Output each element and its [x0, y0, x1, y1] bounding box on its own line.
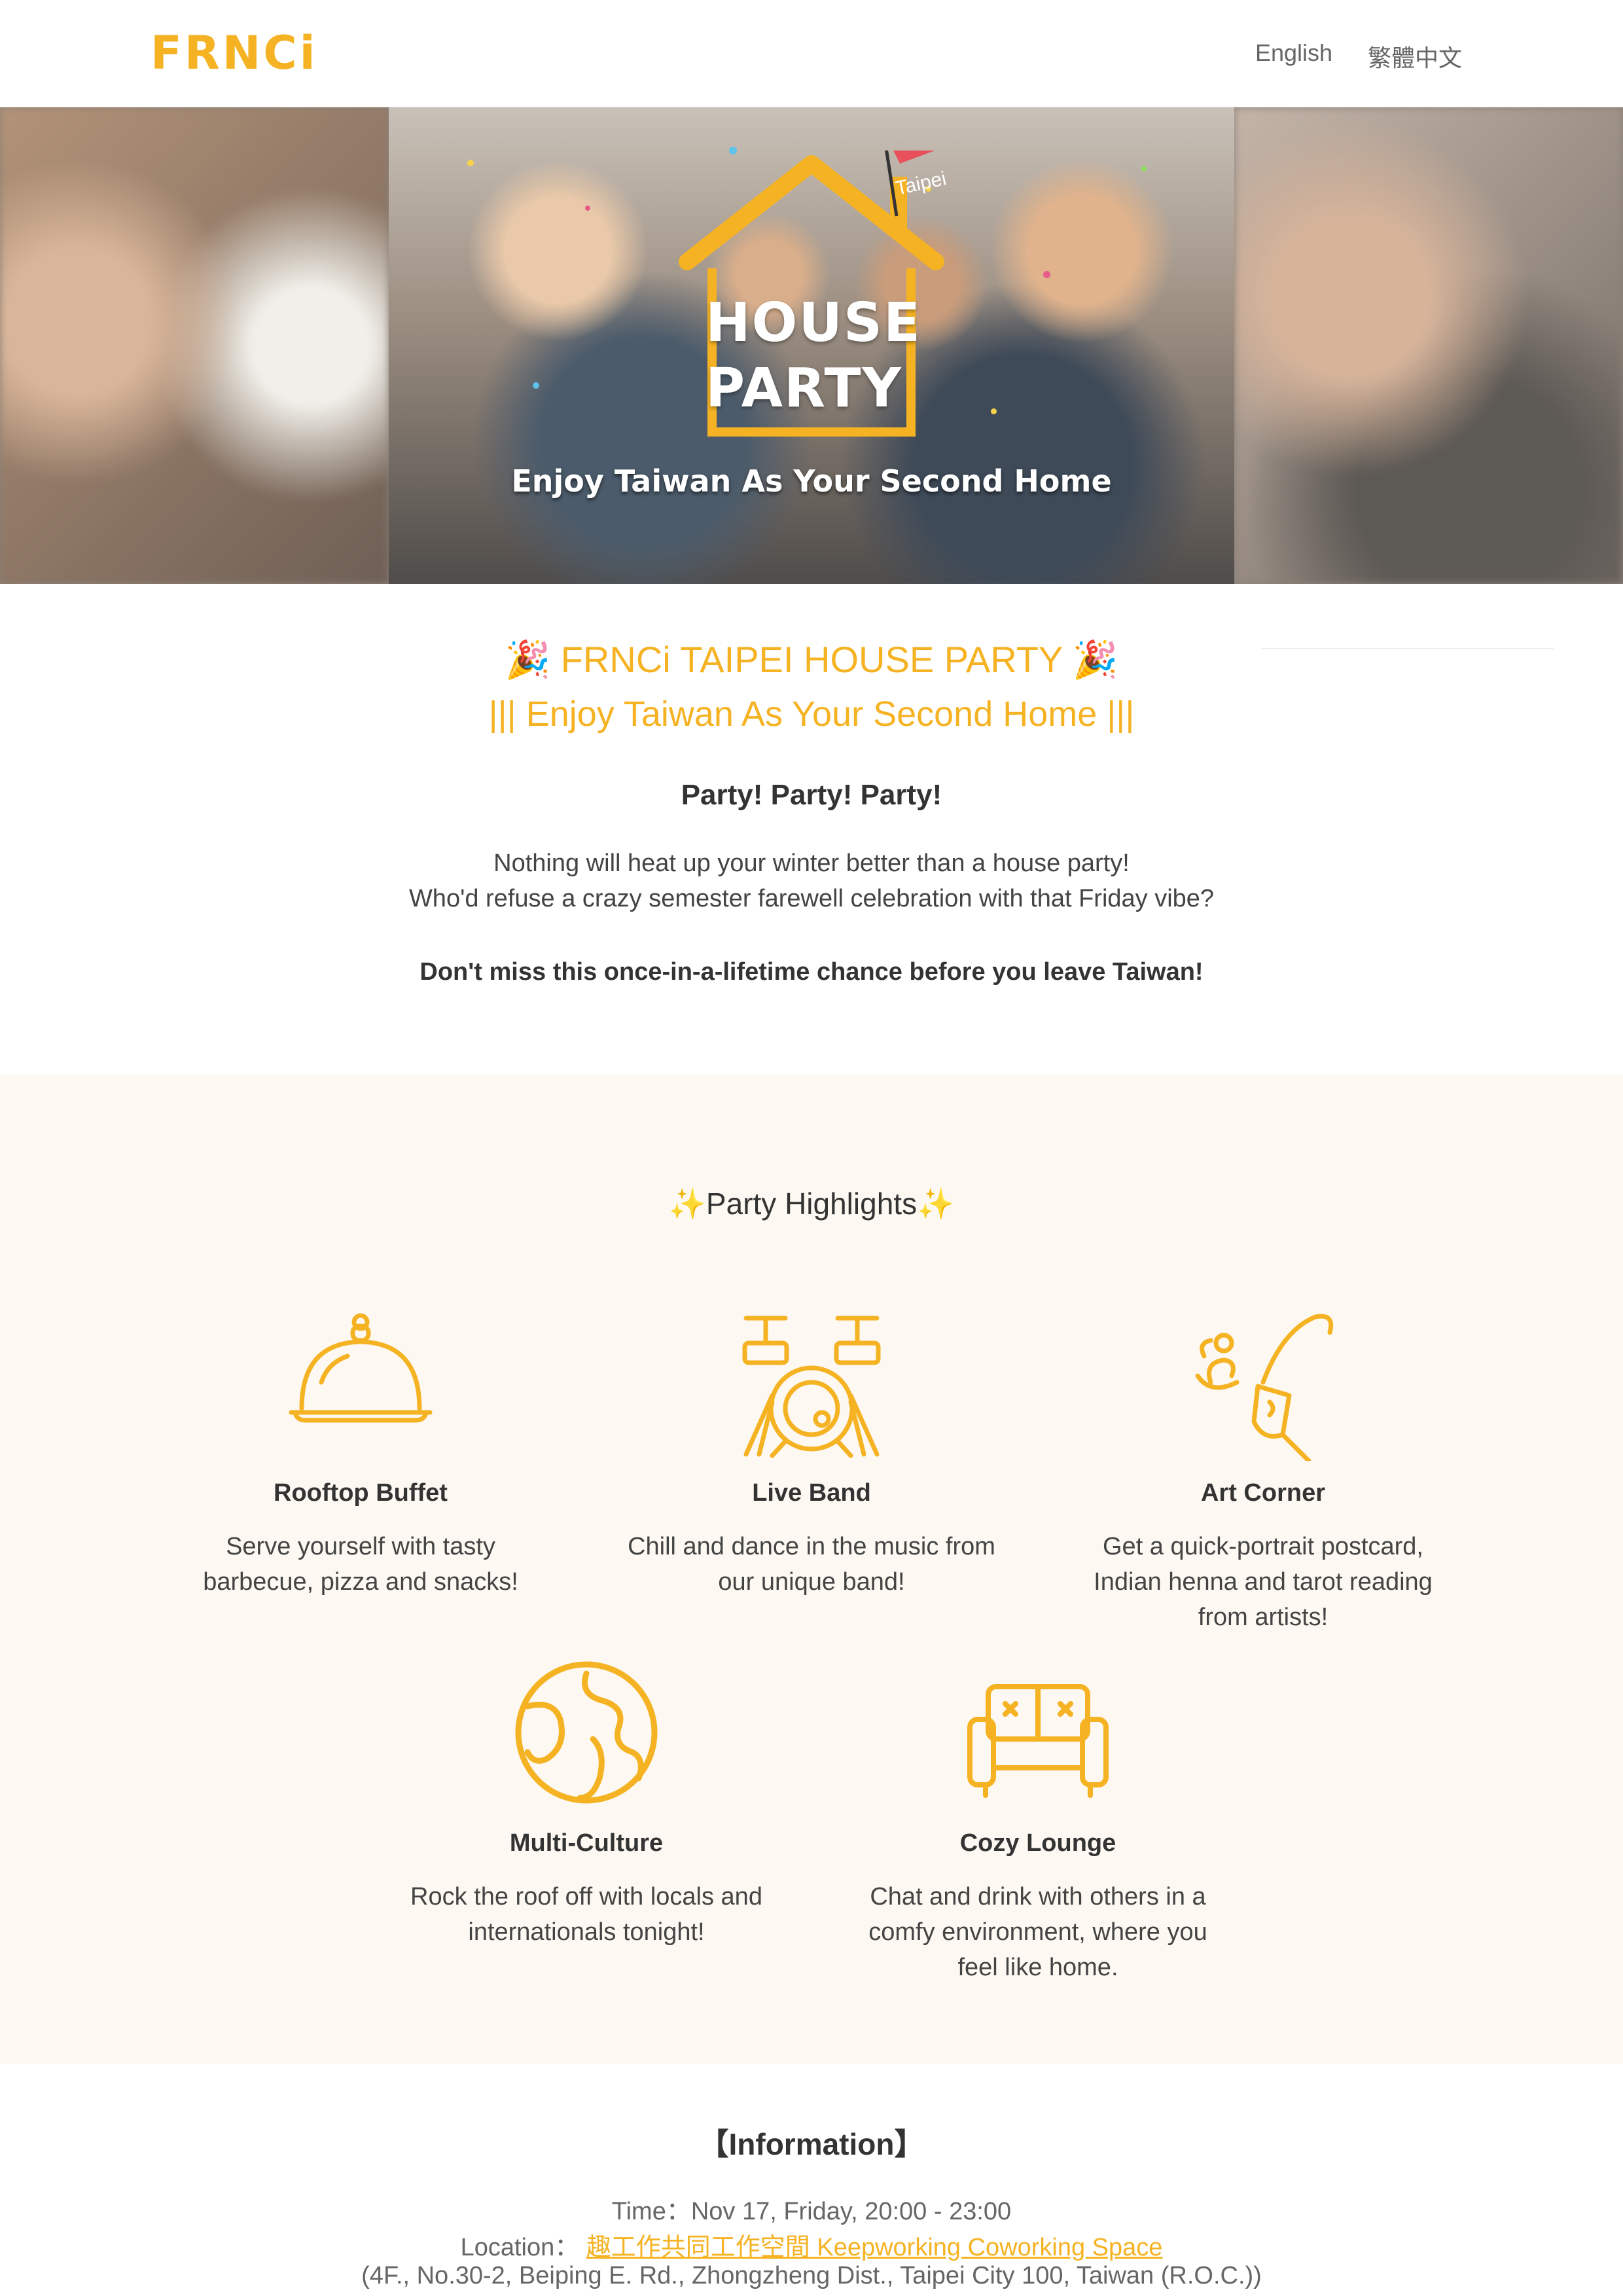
intro-line-1: Nothing will heat up your winter better …: [493, 850, 1130, 877]
intro-paragraph: Nothing will heat up your winter better …: [0, 846, 1623, 916]
intro-line-2: Who'd refuse a crazy semester farewell c…: [408, 885, 1215, 912]
hero-tagline: Enjoy Taiwan As Your Second Home: [511, 463, 1112, 499]
desc-line: Chill and dance in the music from: [628, 1533, 995, 1560]
highlight-name: Live Band: [752, 1479, 871, 1507]
house-title-line1: HOUSE: [705, 292, 921, 354]
highlight-name: Cozy Lounge: [959, 1829, 1116, 1857]
desc-line: feel like home.: [957, 1954, 1118, 1981]
highlight-desc: Get a quick-portrait postcard, Indian he…: [1060, 1529, 1466, 1635]
henna-art-icon: [1195, 1314, 1334, 1461]
house-title-line2: PARTY: [705, 357, 902, 420]
desc-line: Indian henna and tarot reading: [1094, 1568, 1433, 1596]
party-line: Party! Party! Party!: [681, 779, 942, 811]
food-cloche-icon: [289, 1313, 433, 1423]
desc-line: barbecue, pizza and snacks!: [203, 1568, 518, 1596]
desc-line: Get a quick-portrait postcard,: [1103, 1533, 1423, 1560]
event-address: (4F., No.30-2, Beiping E. Rd., Zhongzhen…: [361, 2262, 1262, 2289]
highlight-name: Art Corner: [1200, 1479, 1326, 1507]
event-location: Location： 趣工作共同工作空間 Keepworking Coworkin…: [0, 2227, 1623, 2263]
lang-english-link[interactable]: English: [1255, 39, 1332, 67]
lang-chinese-link[interactable]: 繁體中文: [1368, 39, 1462, 73]
highlight-desc: Chat and drink with others in a comfy en…: [835, 1879, 1241, 1985]
event-title: 🎉 FRNCi TAIPEI HOUSE PARTY 🎉: [505, 639, 1118, 680]
party-highlights-section: ✨Party Highlights✨ Rooftop Buffet Serve …: [0, 1075, 1623, 2064]
intro-emphasis: Don't miss this once-in-a-lifetime chanc…: [419, 958, 1204, 986]
highlight-desc: Rock the roof off with locals and intern…: [383, 1879, 789, 1950]
hero-blur-right: [1234, 107, 1623, 584]
hero-banner: Taipei HOUSE PARTY Enjoy Taiwan As Your …: [0, 107, 1623, 584]
event-subtitle: ||| Enjoy Taiwan As Your Second Home |||: [488, 694, 1135, 734]
event-time: Time：Nov 17, Friday, 20:00 - 23:00: [611, 2198, 1012, 2225]
highlight-desc: Chill and dance in the music from our un…: [609, 1529, 1014, 1600]
highlight-desc: Serve yourself with tasty barbecue, pizz…: [158, 1529, 563, 1600]
highlight-art-corner: Art Corner Get a quick-portrait postcard…: [1060, 1304, 1466, 1635]
desc-line: Rock the roof off with locals and: [410, 1883, 762, 1910]
highlight-live-band: Live Band Chill and dance in the music f…: [609, 1304, 1014, 1600]
highlight-rooftop-buffet: Rooftop Buffet Serve yourself with tasty…: [158, 1304, 563, 1600]
globe-icon: [515, 1661, 658, 1804]
desc-line: Serve yourself with tasty: [226, 1533, 495, 1560]
highlight-name: Multi-Culture: [509, 1829, 664, 1857]
highlight-cozy-lounge: Cozy Lounge Chat and drink with others i…: [835, 1654, 1241, 1985]
information-title: 【Information】: [698, 2127, 925, 2161]
frnci-logo[interactable]: FRNCi: [151, 26, 318, 80]
site-header: FRNCi English 繁體中文: [0, 0, 1623, 107]
desc-line: Chat and drink with others in a: [870, 1883, 1206, 1910]
location-link[interactable]: 趣工作共同工作空間 Keepworking Coworking Space: [586, 2234, 1163, 2261]
highlights-title: ✨Party Highlights✨: [668, 1187, 955, 1221]
sofa-icon: [967, 1684, 1109, 1798]
desc-line: internationals tonight!: [468, 1918, 705, 1946]
hero-blur-left: [0, 107, 389, 584]
desc-line: from artists!: [1198, 1604, 1329, 1631]
highlight-multi-culture: Multi-Culture Rock the roof off with loc…: [383, 1654, 789, 1950]
location-label: Location：: [460, 2234, 580, 2261]
desc-line: comfy environment, where you: [868, 1918, 1207, 1946]
desc-line: our unique band!: [718, 1568, 905, 1596]
highlight-name: Rooftop Buffet: [274, 1479, 448, 1507]
drum-kit-icon: [742, 1316, 881, 1458]
